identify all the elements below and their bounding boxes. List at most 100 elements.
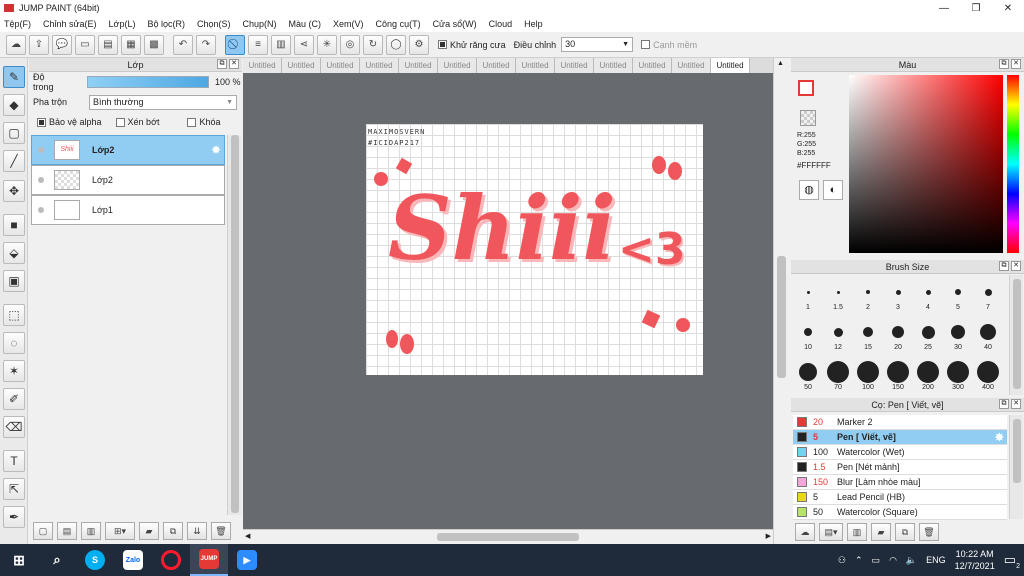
foreground-color-swatch[interactable] [798,80,814,96]
menu-capture[interactable]: Chụp(N) [243,19,277,29]
brush-size-option[interactable]: 300 [943,360,973,391]
cloud-download-icon[interactable]: ☁ [795,523,815,541]
text-tool-icon[interactable]: T [3,450,25,472]
export-icon[interactable]: ⇪ [29,34,49,55]
transparent-color-swatch[interactable] [800,110,816,126]
panel-close-icon[interactable]: ✕ [1011,261,1021,271]
doc-tab[interactable]: Untitled [399,58,438,73]
brush-item[interactable]: 50 Watercolor (Square) [793,505,1007,520]
opera-icon[interactable] [152,544,190,576]
trash-icon[interactable]: 🗑 [919,523,939,541]
language-indicator[interactable]: ENG [926,555,946,565]
menu-select[interactable]: Chọn(S) [197,19,231,29]
select-pen-tool-icon[interactable]: ✐ [3,388,25,410]
adjust-select[interactable]: 30 ▼ [561,37,634,52]
panel-float-icon[interactable]: ⧉ [999,261,1009,271]
speech-bubble-icon[interactable]: 💬 [52,34,72,55]
doc-tab[interactable]: Untitled [282,58,321,73]
duplicate-layer-icon[interactable]: ⧉ [163,522,183,540]
line-tool-icon[interactable]: ╱ [3,150,25,172]
menu-file[interactable]: Tệp(F) [4,19,31,29]
snap-curve-icon[interactable]: ↻ [363,34,383,55]
zoom-icon[interactable]: ▶ [228,544,266,576]
brush-size-option[interactable]: 15 [853,320,883,351]
doc-tab[interactable]: Untitled [594,58,633,73]
doc-tab-active[interactable]: Untitled [711,58,750,73]
new-halftone-layer-icon[interactable]: ▥ [81,522,101,540]
layer-item[interactable]: Shiii Lớp2 ✸ [31,135,225,165]
merge-layer-icon[interactable]: ⇊ [187,522,207,540]
trash-icon[interactable]: 🗑 [211,522,231,540]
brush-item[interactable]: 5 Pen [ Viết, vẽ] ✸ [793,430,1007,445]
grid-layout-icon[interactable]: ▩ [144,34,164,55]
panel-float-icon[interactable]: ⧉ [999,399,1009,409]
operation-tool-icon[interactable]: ⇱ [3,478,25,500]
hue-slider[interactable] [1007,75,1019,253]
volume-icon[interactable]: 🔈 [906,555,917,566]
visibility-icon[interactable] [38,147,44,153]
wifi-icon[interactable]: ◠ [889,555,897,566]
panel-close-icon[interactable]: ✕ [229,59,239,69]
pen-tool-icon[interactable]: ✎ [3,66,25,88]
doc-tab[interactable]: Untitled [516,58,555,73]
close-button[interactable]: ✕ [992,0,1024,16]
protect-alpha-checkbox[interactable] [37,117,46,127]
brush-size-option[interactable]: 3 [883,280,913,311]
people-icon[interactable]: ⚇ [838,555,846,566]
brush-item[interactable]: 5 Lead Pencil (HB) [793,490,1007,505]
bucket-tool-icon[interactable]: ⬙ [3,242,25,264]
fill-rect-tool-icon[interactable]: ■ [3,214,25,236]
battery-icon[interactable]: ▭ [872,555,881,566]
new-color-layer-icon[interactable]: ▤ [57,522,77,540]
brush-size-option[interactable]: 4 [913,280,943,311]
brush-size-option[interactable]: 7 [973,280,1003,311]
antialias-checkbox[interactable] [438,40,447,49]
cloud-sync-icon[interactable]: ☁ [6,34,26,55]
gradient-tool-icon[interactable]: ▣ [3,270,25,292]
brush-item[interactable]: 150 Blur [Làm nhòe màu] [793,475,1007,490]
text-balloon-icon[interactable]: ▭ [75,34,95,55]
visibility-icon[interactable] [38,177,44,183]
magic-wand-tool-icon[interactable]: ✶ [3,360,25,382]
doc-tab[interactable]: Untitled [477,58,516,73]
brush-size-option[interactable]: 150 [883,360,913,391]
brush-size-option[interactable]: 20 [883,320,913,351]
scroll-up-icon[interactable]: ▲ [777,60,784,67]
select-eraser-tool-icon[interactable]: ⌫ [3,416,25,438]
skype-icon[interactable]: S [76,544,114,576]
snap-settings-icon[interactable]: ⚙ [409,34,429,55]
doc-tab[interactable]: Untitled [360,58,399,73]
canvas-vertical-scrollbar[interactable]: ▲ [773,58,789,544]
menu-window[interactable]: Cửa sổ(W) [433,19,477,29]
doc-tab[interactable]: Untitled [321,58,360,73]
menu-tools[interactable]: Công cụ(T) [376,19,421,29]
color-wheel-icon[interactable]: ◍ [799,180,819,200]
add-layer-menu-icon[interactable]: ⊞▾ [105,522,135,540]
brush-size-option[interactable]: 30 [943,320,973,351]
smooth-edge-checkbox[interactable] [641,40,651,49]
menu-cloud[interactable]: Cloud [489,19,513,29]
snap-circle-icon[interactable]: ◎ [340,34,360,55]
canvas-vscroll-thumb[interactable] [777,256,786,378]
brush-size-option[interactable]: 70 [823,360,853,391]
brush-item[interactable]: 100 Watercolor (Wet) [793,445,1007,460]
canvas-area[interactable]: MAXIMOSVERN #ICIDAP217 Shiii <3 [243,73,773,529]
brush-size-option[interactable]: 1 [793,280,823,311]
brush-size-option[interactable]: 1.5 [823,280,853,311]
snap-radial-icon[interactable]: ✳ [317,34,337,55]
clipping-checkbox[interactable] [115,117,125,127]
folder-icon[interactable]: ▰ [871,523,891,541]
snap-perspective-icon[interactable]: ⋖ [294,34,314,55]
brush-size-option[interactable]: 2 [853,280,883,311]
minimize-button[interactable]: — [928,0,960,16]
brush-size-option[interactable]: 12 [823,320,853,351]
duplicate-brush-icon[interactable]: ⧉ [895,523,915,541]
scroll-right-icon[interactable]: ▶ [766,532,771,540]
doc-tab[interactable]: Untitled [438,58,477,73]
notification-icon[interactable]: ▭ 2 [1004,552,1020,570]
brush-size-option[interactable]: 10 [793,320,823,351]
panel-close-icon[interactable]: ✕ [1011,399,1021,409]
brush-item[interactable]: 1.5 Pen [Nét mảnh] [793,460,1007,475]
menu-layer[interactable]: Lớp(L) [109,19,136,29]
layer-item[interactable]: Lớp2 [31,165,225,195]
